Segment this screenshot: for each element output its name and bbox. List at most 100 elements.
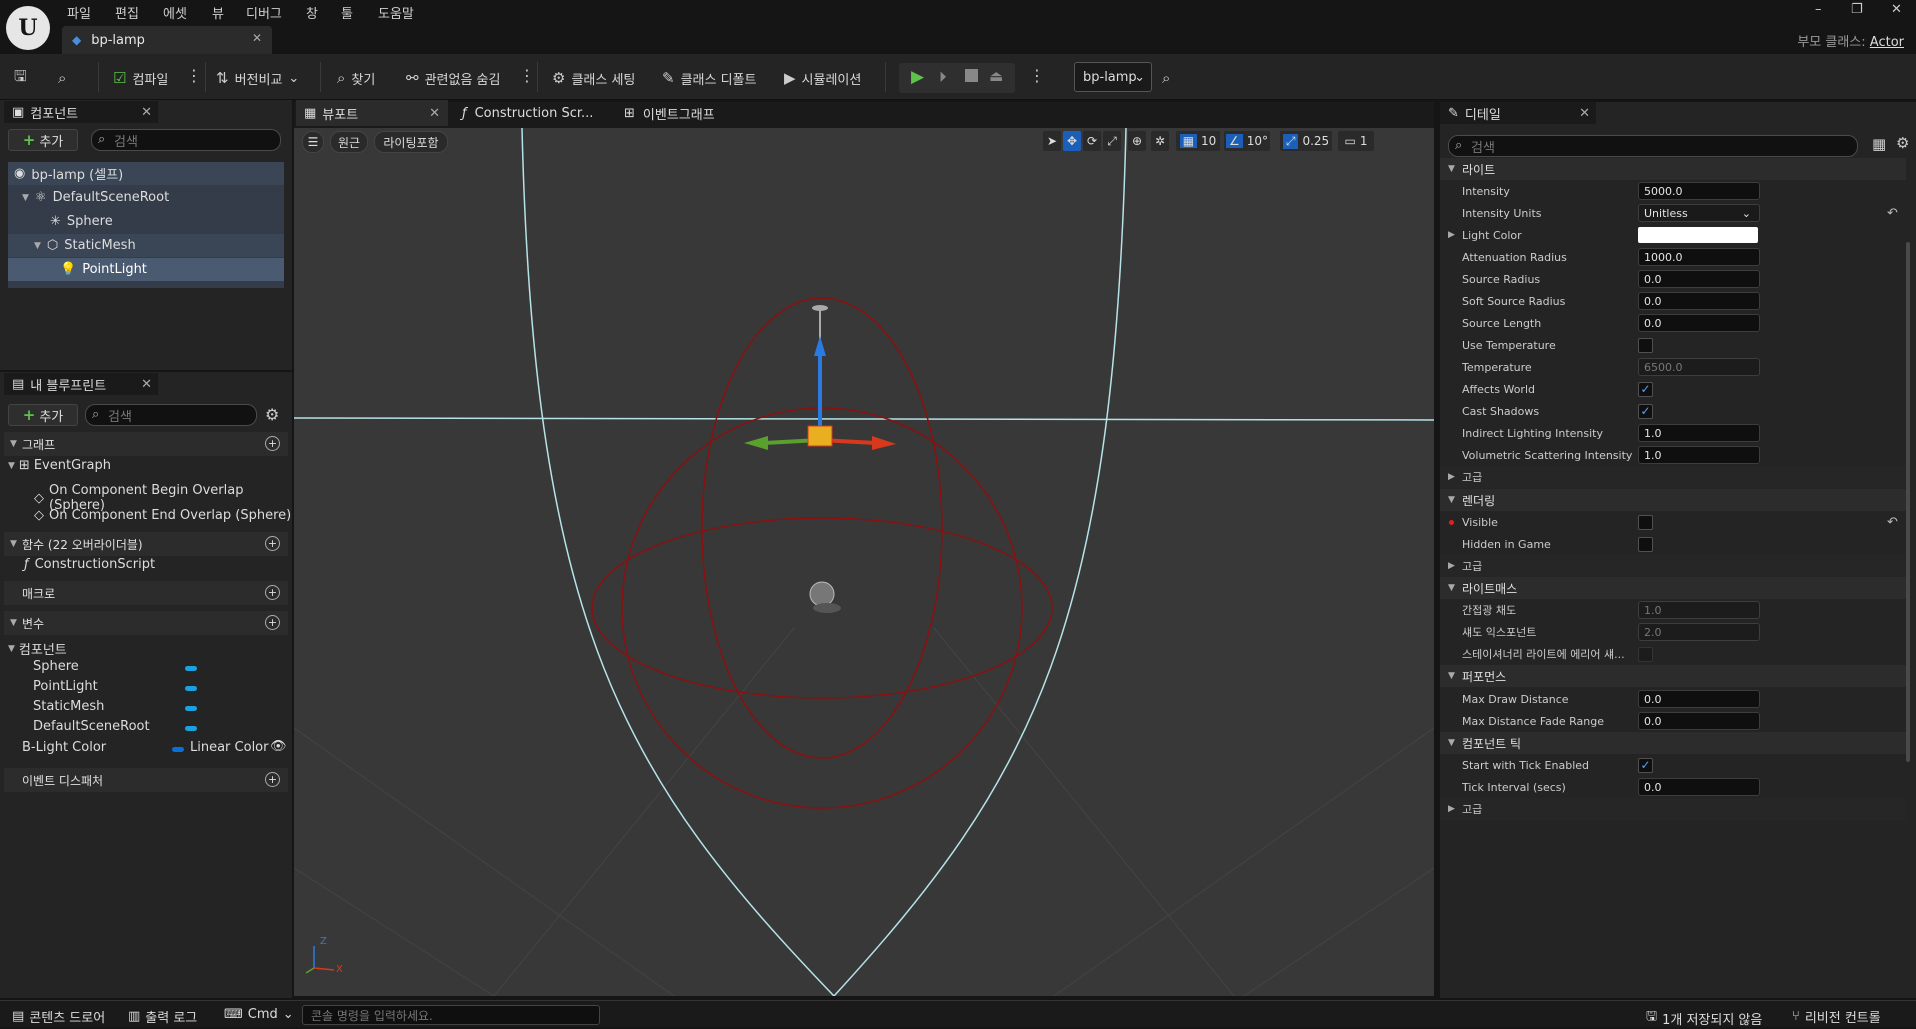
gear-icon[interactable]: ⚙ [1896, 134, 1909, 152]
find-options-icon[interactable]: ⋮ [519, 66, 535, 85]
camera-speed-button[interactable]: ▭ 1 [1338, 131, 1374, 151]
tab-event-graph[interactable]: ⊞ 이벤트그래프 [624, 100, 715, 126]
menu-asset[interactable]: 에셋 [163, 3, 187, 22]
class-defaults-button[interactable]: ✎ 클래스 디폴트 [662, 66, 756, 90]
volumetric-scattering-input[interactable]: 1.0 [1638, 446, 1760, 464]
debug-filter-button[interactable]: ⌕ [1162, 66, 1170, 90]
variables-section[interactable]: ▼ 변수 + [4, 611, 288, 635]
indirect-lighting-input[interactable]: 1.0 [1638, 424, 1760, 442]
close-window-icon[interactable]: ✕ [1891, 2, 1902, 17]
event-graph-item[interactable]: ▼ ⊞ EventGraph [8, 458, 111, 473]
variable-pointlight[interactable]: PointLight [33, 679, 98, 694]
soft-source-radius-input[interactable]: 0.0 [1638, 292, 1760, 310]
tick-interval-input[interactable]: 0.0 [1638, 778, 1760, 796]
source-radius-input[interactable]: 0.0 [1638, 270, 1760, 288]
blueprint-search-input[interactable]: ⌕ 검색 [85, 404, 257, 426]
details-scrollbar[interactable] [1906, 242, 1910, 762]
scale-snap-toggle[interactable]: ⤢ 0.25 [1280, 131, 1332, 151]
add-function-icon[interactable]: + [265, 536, 280, 551]
viewport-menu-button[interactable]: ☰ [302, 131, 324, 153]
tick-advanced-row[interactable]: ▶ 고급 [1440, 798, 1906, 820]
add-blueprint-item-button[interactable]: + 추가 [8, 404, 78, 426]
viewport[interactable]: Z X ☰ 원근 라이팅포함 ➤ ✥ ⟳ ⤢ ⊕ ✲ ▦ 10 ∠ 10° ⤢ 0.2… [294, 128, 1434, 996]
close-icon[interactable]: ✕ [429, 106, 440, 121]
menu-tools[interactable]: 툴 [341, 3, 353, 22]
close-icon[interactable]: ✕ [141, 105, 152, 120]
add-variable-icon[interactable]: + [265, 615, 280, 630]
variable-sphere[interactable]: Sphere [33, 659, 79, 674]
components-tab[interactable]: ▣ 컴포넌트 ✕ [4, 101, 158, 123]
menu-view[interactable]: 뷰 [212, 3, 224, 22]
menu-window[interactable]: 창 [306, 3, 318, 22]
event-dispatchers-section[interactable]: 이벤트 디스패처 + [4, 768, 288, 792]
performance-section[interactable]: ▼ 퍼포먼스 [1440, 665, 1906, 687]
tree-item-self[interactable]: ◉ bp-lamp (셀프) [8, 162, 284, 185]
cast-shadows-checkbox[interactable]: ✓ [1638, 403, 1653, 419]
tab-viewport[interactable]: ▦ 뷰포트 ✕ [296, 100, 448, 126]
minimize-icon[interactable]: – [1815, 2, 1822, 17]
content-drawer-button[interactable]: ▤ 콘텐츠 드로어 [12, 1007, 105, 1026]
macros-section[interactable]: 매크로 + [4, 581, 288, 605]
console-command-input[interactable]: 콘솔 명령을 입력하세요. [302, 1005, 600, 1025]
max-draw-distance-input[interactable]: 0.0 [1638, 690, 1760, 708]
light-section[interactable]: ▼ 라이트 [1440, 158, 1906, 180]
rendering-advanced-row[interactable]: ▶ 고급 [1440, 555, 1906, 577]
coordinate-space-icon[interactable]: ⊕ [1128, 131, 1146, 151]
attenuation-radius-input[interactable]: 1000.0 [1638, 248, 1760, 266]
functions-section[interactable]: ▼ 함수 (22 오버라이더블) + [4, 532, 288, 556]
rendering-section[interactable]: ▼ 렌더링 [1440, 489, 1906, 511]
max-fade-range-input[interactable]: 0.0 [1638, 712, 1760, 730]
play-options-icon[interactable]: ⋮ [1029, 66, 1045, 85]
variable-defaultsceneroot[interactable]: DefaultSceneRoot [33, 719, 150, 734]
rotation-snap-toggle[interactable]: ∠ 10° [1224, 131, 1270, 151]
tree-item-pointlight[interactable]: 💡 PointLight [8, 258, 284, 281]
play-icon[interactable]: ▶ [911, 67, 924, 87]
tree-item-sphere[interactable]: ✳ Sphere [8, 210, 284, 233]
grid-snap-toggle[interactable]: ▦ 10 [1176, 131, 1220, 151]
variable-light-color[interactable]: B-Light Color [22, 740, 106, 755]
tab-construction-script[interactable]: ƒ Construction Scr... [462, 100, 593, 126]
unreal-logo-icon[interactable]: U [6, 6, 50, 50]
visible-checkbox[interactable] [1638, 514, 1653, 530]
document-tab-bp-lamp[interactable]: ◆ bp-lamp ✕ [62, 26, 272, 54]
variable-staticmesh[interactable]: StaticMesh [33, 699, 104, 714]
menu-debug[interactable]: 디버그 [246, 3, 282, 22]
scale-mode-icon[interactable]: ⤢ [1103, 131, 1121, 151]
find-button[interactable]: ⌕ 찾기 [337, 66, 375, 90]
reset-to-default-icon[interactable]: ↶ [1887, 206, 1898, 221]
add-component-button[interactable]: + 추가 [8, 129, 78, 151]
menu-help[interactable]: 도움말 [378, 3, 414, 22]
graphs-section[interactable]: ▼ 그래프 + [4, 432, 288, 456]
eject-icon[interactable]: ⏏ [989, 67, 1003, 85]
output-log-button[interactable]: ▥ 출력 로그 [128, 1007, 197, 1026]
eye-icon[interactable]: 👁 [270, 739, 287, 754]
surface-snap-icon[interactable]: ✲ [1151, 131, 1169, 151]
stop-icon[interactable] [965, 69, 978, 82]
details-tab[interactable]: ✎ 디테일 ✕ [1440, 102, 1596, 124]
compile-options-icon[interactable]: ⋮ [186, 66, 202, 85]
diff-button[interactable]: ⇅ 버전비교 ⌄ [216, 66, 299, 90]
tree-item-defaultsceneroot[interactable]: ▼ ⚛ DefaultSceneRoot [8, 186, 284, 209]
hide-unrelated-button[interactable]: ⚯ 관련없음 숨김 [406, 66, 500, 90]
transform-gizmo[interactable] [744, 336, 896, 450]
save-button[interactable]: 🖫 [14, 66, 27, 90]
affects-world-checkbox[interactable]: ✓ [1638, 381, 1653, 397]
add-dispatcher-icon[interactable]: + [265, 772, 280, 787]
my-blueprint-tab[interactable]: ▤ 내 블루프린트 ✕ [4, 373, 158, 395]
menu-file[interactable]: 파일 [67, 3, 91, 22]
use-temperature-checkbox[interactable] [1638, 337, 1653, 353]
translate-mode-icon[interactable]: ✥ [1063, 131, 1081, 151]
compile-button[interactable]: ☑ 컴파일 [113, 66, 168, 90]
parent-class-link[interactable]: Actor [1870, 35, 1904, 50]
lightmass-section[interactable]: ▼ 라이트매스 [1440, 577, 1906, 599]
unsaved-assets-button[interactable]: 🖫 1개 저장되지 않음 [1646, 1007, 1762, 1029]
revision-control-button[interactable]: ⑂ 리비전 컨트롤 [1792, 1007, 1881, 1026]
reset-to-default-icon[interactable]: ↶ [1887, 515, 1898, 530]
debug-object-dropdown[interactable]: bp-lamp ⌄ [1074, 62, 1152, 92]
class-settings-button[interactable]: ⚙ 클래스 세팅 [552, 66, 635, 90]
add-graph-icon[interactable]: + [265, 436, 280, 451]
light-color-swatch[interactable] [1638, 227, 1758, 243]
browse-button[interactable]: ⌕ [58, 66, 66, 90]
close-icon[interactable]: ✕ [252, 31, 262, 45]
components-search-input[interactable]: ⌕ 검색 [91, 129, 281, 151]
